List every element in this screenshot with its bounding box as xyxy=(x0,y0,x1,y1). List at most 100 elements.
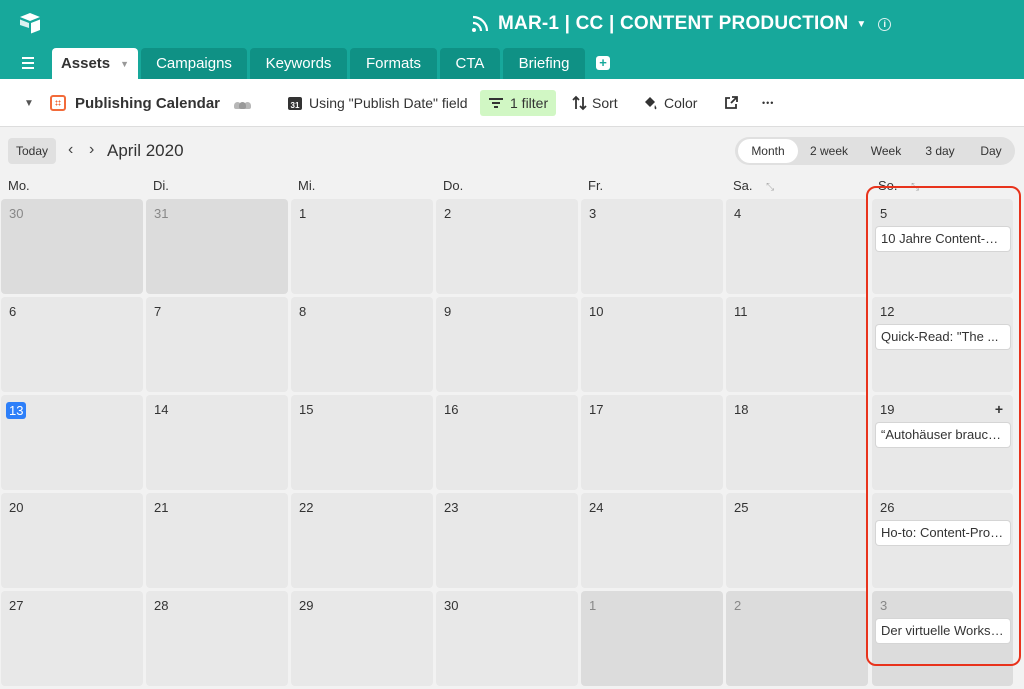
day-cell[interactable]: 21 xyxy=(146,493,288,588)
info-icon[interactable]: i xyxy=(878,17,892,31)
day-cell[interactable]: 2 xyxy=(436,199,578,294)
tab-assets[interactable]: Assets ▼ xyxy=(52,48,138,79)
day-cell[interactable]: 18 xyxy=(726,395,868,490)
day-cell[interactable]: 14 xyxy=(146,395,288,490)
base-title: MAR-1 | CC | CONTENT PRODUCTION xyxy=(498,13,849,34)
date-number: 21 xyxy=(154,500,169,515)
tab-label: CTA xyxy=(455,55,485,72)
tab-formats[interactable]: Formats xyxy=(350,48,437,79)
view-range-month[interactable]: Month xyxy=(738,139,798,163)
day-cell[interactable]: 23 xyxy=(436,493,578,588)
tab-label: Assets xyxy=(60,55,111,72)
calendar-31-icon: 31 xyxy=(288,97,302,110)
share-external-icon xyxy=(725,96,738,109)
tab-campaigns[interactable]: Campaigns xyxy=(141,48,247,79)
day-cell[interactable]: 24 xyxy=(581,493,723,588)
tab-briefing[interactable]: Briefing xyxy=(503,48,585,79)
day-cell[interactable]: 30 xyxy=(436,591,578,686)
base-title-group[interactable]: MAR-1 | CC | CONTENT PRODUCTION ▼ i xyxy=(470,12,892,36)
date-number: 28 xyxy=(154,598,169,613)
day-cell[interactable]: 15 xyxy=(291,395,433,490)
date-number: 30 xyxy=(9,206,24,221)
view-range-3-day[interactable]: 3 day xyxy=(915,139,965,163)
color-button[interactable]: Color xyxy=(642,79,697,127)
day-cell[interactable]: 30 xyxy=(1,199,143,294)
tab-label: Briefing xyxy=(518,55,570,72)
tab-keywords[interactable]: Keywords xyxy=(250,48,347,79)
day-cell[interactable]: 11 xyxy=(726,297,868,392)
day-cell[interactable]: 13 xyxy=(1,395,143,490)
date-number: 2 xyxy=(734,598,742,613)
day-cell[interactable]: 16 xyxy=(436,395,578,490)
date-number: 11 xyxy=(734,304,748,319)
prev-month-icon[interactable]: ‹ xyxy=(68,141,73,159)
date-number: 8 xyxy=(299,304,307,319)
day-cell[interactable]: 29 xyxy=(291,591,433,686)
sort-button[interactable]: Sort xyxy=(572,79,618,127)
date-number: 10 xyxy=(589,304,604,319)
collapse-column-icon[interactable]: ⤡ xyxy=(766,182,774,193)
day-cell[interactable]: 9 xyxy=(436,297,578,392)
share-button[interactable] xyxy=(723,79,745,127)
view-toolbar: ▼ Publishing Calendar 31 Using "Publish … xyxy=(0,79,1024,127)
color-label: Color xyxy=(664,95,698,111)
tab-label: Keywords xyxy=(265,55,332,72)
day-cell[interactable]: 1 xyxy=(291,199,433,294)
app-header: MAR-1 | CC | CONTENT PRODUCTION ▼ i Asse… xyxy=(0,0,1024,79)
date-number: 2 xyxy=(444,206,452,221)
day-cell[interactable]: 8 xyxy=(291,297,433,392)
weekday-header: Mi. xyxy=(298,178,316,193)
date-number: 20 xyxy=(9,500,24,515)
day-cell[interactable]: 10 xyxy=(581,297,723,392)
view-name: Publishing Calendar xyxy=(75,94,221,112)
today-button[interactable]: Today xyxy=(8,138,56,164)
sort-icon xyxy=(572,95,587,111)
airtable-logo-icon[interactable] xyxy=(18,11,42,35)
weekday-label: Sa. xyxy=(733,178,753,193)
view-range-switcher: Month 2 week Week 3 day Day xyxy=(735,137,1015,165)
add-table-icon[interactable]: + xyxy=(596,56,610,70)
weekday-header: Fr. xyxy=(588,178,604,193)
day-cell[interactable]: 3 xyxy=(581,199,723,294)
chevron-down-icon[interactable]: ▼ xyxy=(856,19,866,30)
date-number: 3 xyxy=(589,206,597,221)
day-cell[interactable]: 17 xyxy=(581,395,723,490)
more-options-button[interactable]: ••• xyxy=(762,79,774,127)
view-range-week[interactable]: Week xyxy=(861,139,911,163)
date-field-label: Using "Publish Date" field xyxy=(309,95,468,111)
date-field-button[interactable]: 31 Using "Publish Date" field xyxy=(287,79,468,127)
day-cell[interactable]: 2 xyxy=(726,591,868,686)
tab-label: Campaigns xyxy=(156,55,232,72)
date-number: 4 xyxy=(734,206,742,221)
date-number: 9 xyxy=(444,304,452,319)
svg-text:31: 31 xyxy=(291,101,300,110)
day-cell[interactable]: 27 xyxy=(1,591,143,686)
day-cell[interactable]: 31 xyxy=(146,199,288,294)
day-cell[interactable]: 4 xyxy=(726,199,868,294)
tab-cta[interactable]: CTA xyxy=(440,48,500,79)
date-number: 25 xyxy=(734,500,749,515)
view-switcher[interactable]: Publishing Calendar xyxy=(50,79,252,127)
date-number: 14 xyxy=(154,402,169,417)
filter-button[interactable]: 1 filter xyxy=(480,90,557,116)
date-number: 23 xyxy=(444,500,459,515)
day-cell[interactable]: 7 xyxy=(146,297,288,392)
view-range-day[interactable]: Day xyxy=(971,139,1011,163)
day-cell[interactable]: 22 xyxy=(291,493,433,588)
day-cell[interactable]: 28 xyxy=(146,591,288,686)
day-cell[interactable]: 6 xyxy=(1,297,143,392)
date-number: 18 xyxy=(734,402,749,417)
weekday-header: Do. xyxy=(443,178,464,193)
date-number: 29 xyxy=(299,598,314,613)
views-toggle-icon[interactable]: ▼ xyxy=(24,79,34,127)
hamburger-menu-icon[interactable] xyxy=(20,56,38,70)
day-cell[interactable]: 1 xyxy=(581,591,723,686)
paint-bucket-icon xyxy=(645,97,657,110)
annotation-highlight-box xyxy=(866,186,1021,666)
day-cell[interactable]: 25 xyxy=(726,493,868,588)
view-range-2-week[interactable]: 2 week xyxy=(800,139,858,163)
date-number: 27 xyxy=(9,598,24,613)
next-month-icon[interactable]: › xyxy=(89,141,94,159)
chevron-down-icon[interactable]: ▼ xyxy=(120,59,129,69)
day-cell[interactable]: 20 xyxy=(1,493,143,588)
